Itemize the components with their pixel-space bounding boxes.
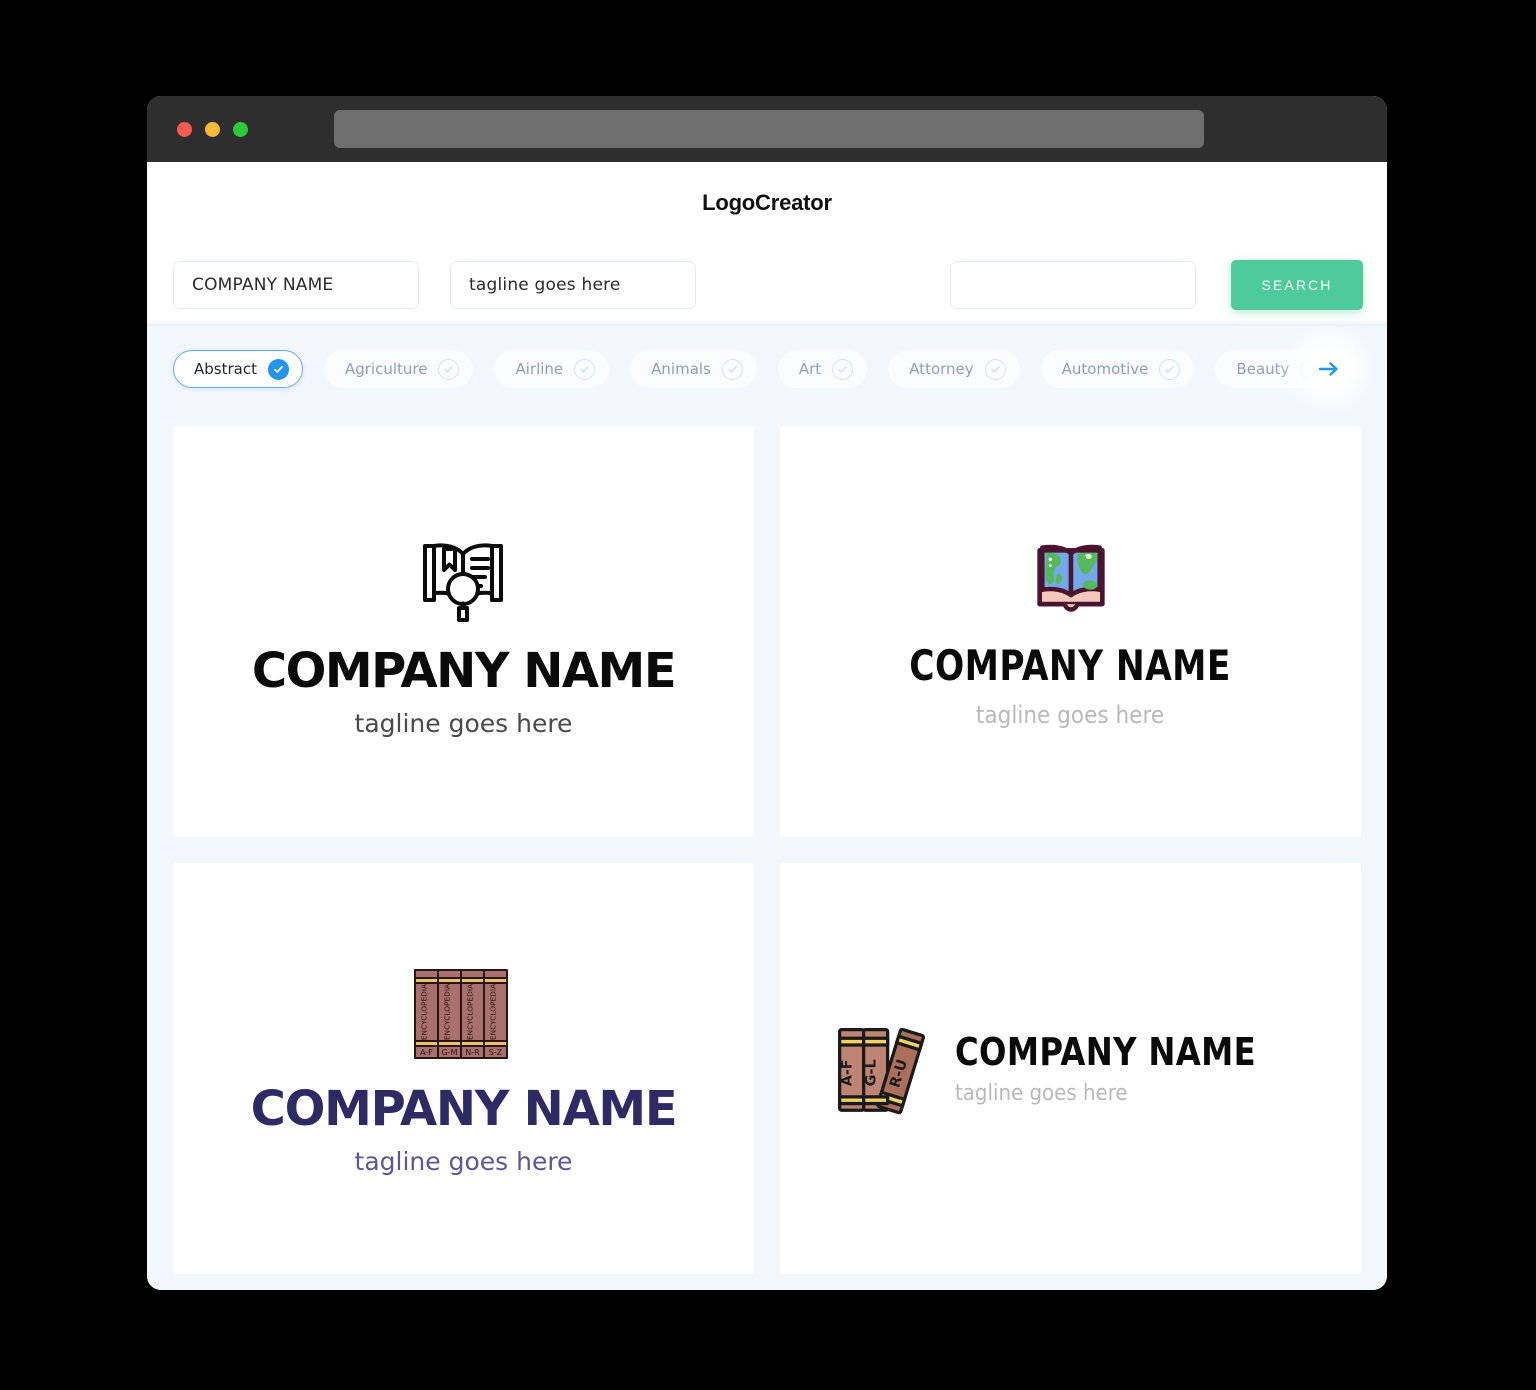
open-book-magnifier-icon: [423, 542, 504, 622]
svg-text:ENCYCLOPEDIA: ENCYCLOPEDIA: [420, 983, 429, 1039]
chip-label: Abstract: [194, 360, 257, 378]
check-icon: [574, 358, 596, 380]
svg-text:S-Z: S-Z: [489, 1048, 503, 1057]
logo-company-name: COMPANY NAME: [955, 1029, 1257, 1074]
check-icon: [832, 358, 854, 380]
logo-card[interactable]: ENCYCLOPEDIA ENCYCLOPEDIA ENCYCLOPEDIA E…: [173, 863, 754, 1274]
check-icon: [984, 358, 1006, 380]
next-categories-button[interactable]: [1307, 347, 1351, 391]
company-name-input[interactable]: COMPANY NAME: [173, 261, 419, 309]
chip-label: Automotive: [1061, 360, 1149, 378]
search-button[interactable]: SEARCH: [1231, 260, 1363, 310]
check-icon: [721, 358, 743, 380]
check-icon: [1159, 358, 1181, 380]
svg-text:ENCYCLOPEDIA: ENCYCLOPEDIA: [489, 983, 498, 1039]
encyclopedia-volumes-icon: ENCYCLOPEDIA ENCYCLOPEDIA ENCYCLOPEDIA E…: [414, 968, 509, 1059]
logo-text-block: COMPANY NAME tagline goes here: [955, 1033, 1309, 1105]
logo-tagline: tagline goes here: [955, 1080, 1129, 1106]
chip-agriculture[interactable]: Agriculture: [323, 350, 474, 388]
check-icon: [267, 358, 289, 380]
chip-label: Art: [798, 360, 822, 378]
traffic-lights: [177, 121, 248, 137]
book-world-map-icon: [1036, 544, 1105, 612]
page-title: LogoCreator: [702, 190, 832, 215]
logo-preview: COMPANY NAME tagline goes here: [251, 528, 677, 738]
close-window-icon[interactable]: [177, 121, 192, 137]
logo-tagline: tagline goes here: [354, 1146, 573, 1176]
svg-text:ENCYCLOPEDIA: ENCYCLOPEDIA: [466, 983, 475, 1039]
chip-attorney[interactable]: Attorney: [888, 350, 1020, 388]
svg-text:A-F: A-F: [421, 1048, 434, 1057]
logo-card[interactable]: COMPANY NAME tagline goes here: [173, 426, 754, 837]
logo-tagline: tagline goes here: [976, 701, 1165, 729]
tagline-input[interactable]: tagline goes here: [450, 261, 696, 309]
screenshot-stage: LogoCreator COMPANY NAME tagline goes he…: [0, 0, 1536, 1390]
logo-company-name: COMPANY NAME: [250, 1080, 678, 1137]
logo-card[interactable]: COMPANY NAME tagline goes here: [780, 426, 1361, 837]
logo-preview: ENCYCLOPEDIA ENCYCLOPEDIA ENCYCLOPEDIA E…: [250, 964, 678, 1176]
logo-tagline: tagline goes here: [354, 708, 573, 738]
app-header: LogoCreator: [147, 162, 1387, 244]
browser-window: LogoCreator COMPANY NAME tagline goes he…: [147, 96, 1387, 1290]
three-books-icon: A-F G-L R-U: [838, 1027, 926, 1114]
logo-company-name: COMPANY NAME: [909, 641, 1232, 690]
search-toolbar: COMPANY NAME tagline goes here SEARCH: [147, 244, 1387, 326]
logo-results-grid: COMPANY NAME tagline goes here COMPANY N…: [147, 412, 1387, 1290]
chip-abstract[interactable]: Abstract: [173, 350, 303, 388]
logo-card[interactable]: A-F G-L R-U COMPANY NAME tagline goes he…: [780, 863, 1361, 1274]
chip-airline[interactable]: Airline: [494, 350, 610, 388]
check-icon: [438, 358, 460, 380]
url-bar[interactable]: [334, 110, 1204, 148]
browser-titlebar: [147, 96, 1387, 162]
chip-label: Airline: [515, 360, 564, 378]
category-filter-bar: Abstract Agriculture Airline Animals Art…: [147, 326, 1387, 412]
chip-label: Attorney: [909, 360, 974, 378]
logo-company-name: COMPANY NAME: [251, 642, 677, 699]
chip-label: Beauty: [1236, 360, 1290, 378]
chip-automotive[interactable]: Automotive: [1040, 350, 1195, 388]
arrow-right-icon: [1318, 362, 1338, 376]
svg-text:A-F: A-F: [840, 1059, 856, 1086]
keyword-input[interactable]: [950, 261, 1196, 309]
svg-text:G-M: G-M: [442, 1048, 458, 1057]
chip-label: Agriculture: [344, 360, 428, 378]
logo-preview: A-F G-L R-U COMPANY NAME tagline goes he…: [831, 1021, 1309, 1117]
svg-text:G-L: G-L: [864, 1059, 880, 1086]
chip-label: Animals: [651, 360, 711, 378]
svg-text:N-R: N-R: [466, 1048, 481, 1057]
svg-text:ENCYCLOPEDIA: ENCYCLOPEDIA: [443, 983, 452, 1039]
maximize-window-icon[interactable]: [233, 121, 248, 137]
chip-art[interactable]: Art: [777, 350, 868, 388]
minimize-window-icon[interactable]: [205, 121, 220, 137]
chip-animals[interactable]: Animals: [630, 350, 757, 388]
logo-preview: COMPANY NAME tagline goes here: [874, 536, 1266, 727]
